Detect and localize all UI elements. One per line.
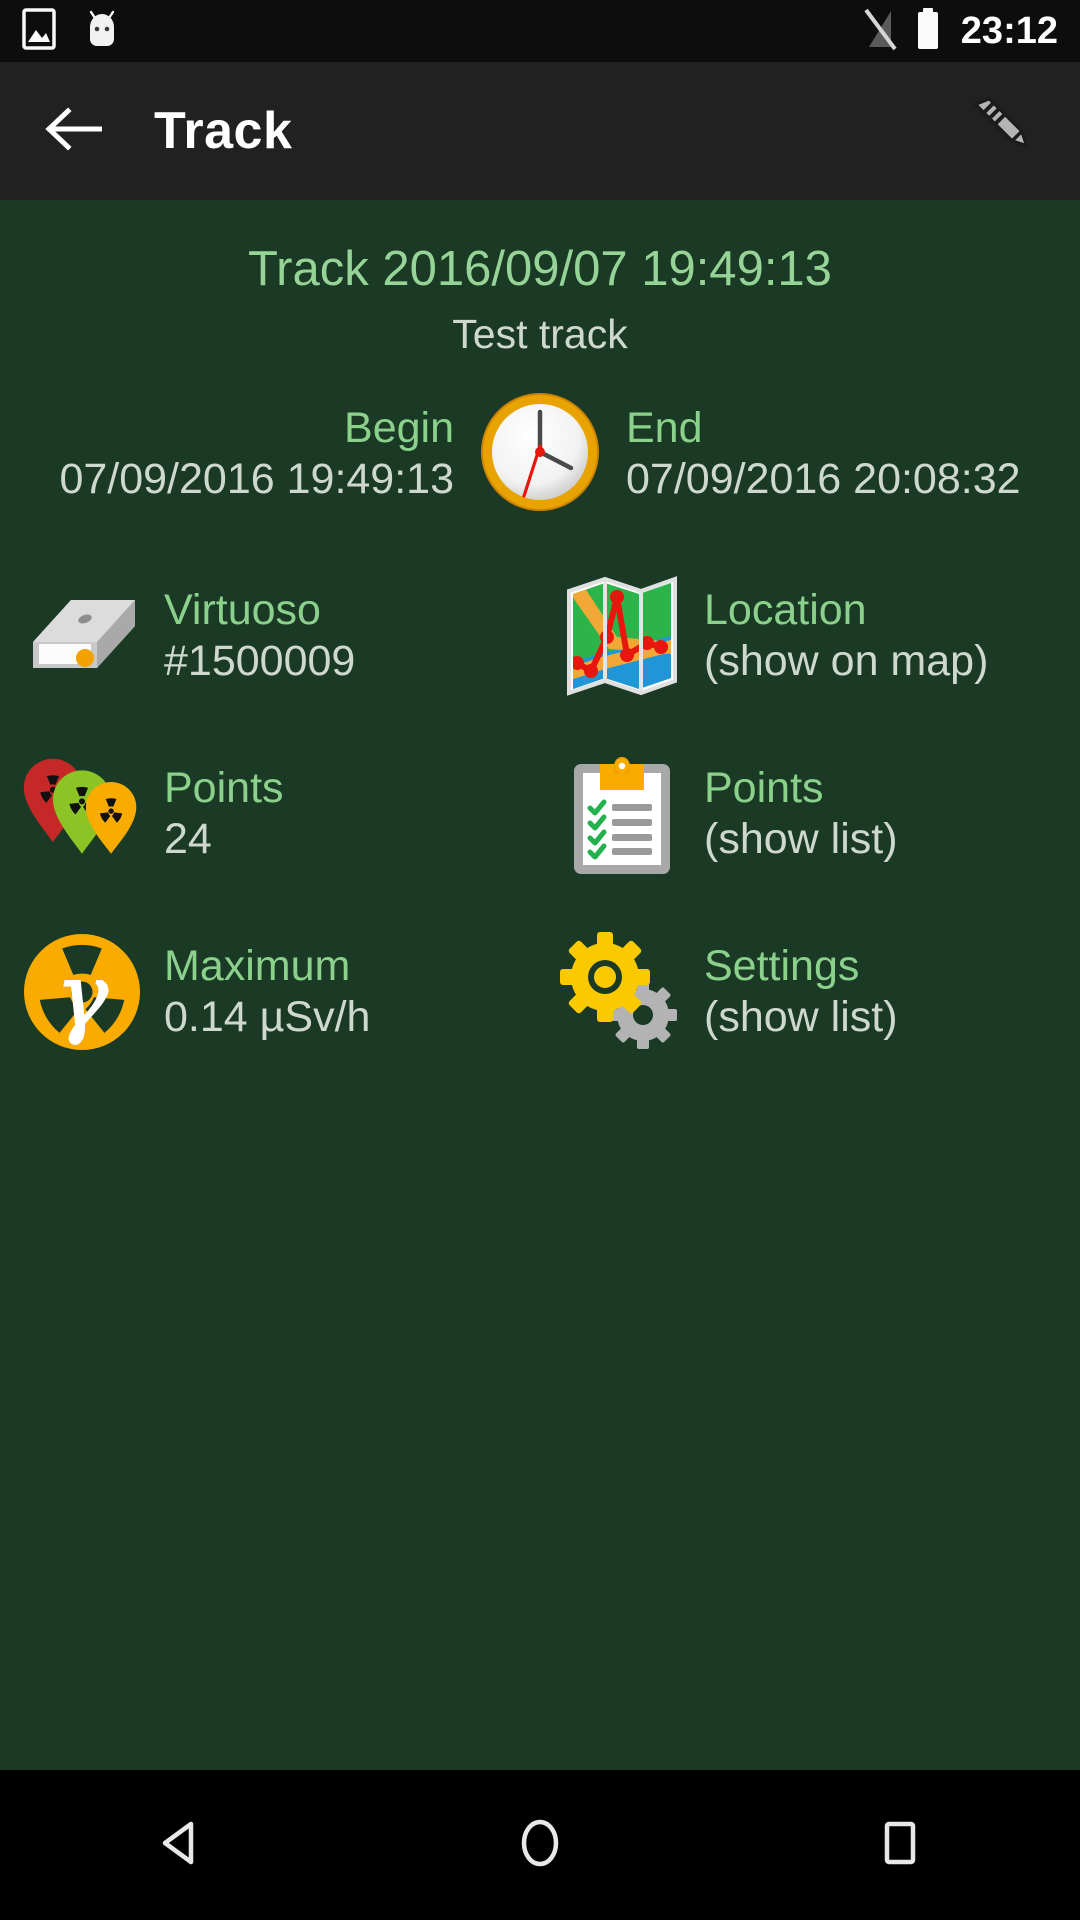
tile-location-text: Location (show on map) [704,585,988,686]
track-begin: Begin 07/09/2016 19:49:13 [30,404,476,505]
track-subtitle: Test track [452,310,628,357]
track-end: End 07/09/2016 20:08:32 [604,404,1050,505]
app-bar: Track [0,62,1080,200]
status-bar: 23:12 [0,0,1080,62]
tile-points-list-label: Points [704,764,824,813]
tile-location-value: (show on map) [704,636,989,685]
image-icon [22,7,56,55]
tile-location-label: Location [704,586,867,635]
status-bar-notifications [22,7,122,56]
android-droid-icon [82,7,122,56]
battery-icon [915,7,941,56]
clipboard-icon [558,750,686,878]
track-details-content: Track 2016/09/07 19:49:13 Test track Beg… [0,200,1080,1770]
tile-device-label: Virtuoso [164,586,321,635]
gears-icon [558,928,686,1056]
tile-points-count-text: Points 24 [164,763,284,864]
end-label: End [626,403,703,452]
nav-back-button[interactable] [120,1785,240,1905]
tile-maximum-text: Maximum 0.14 µSv/h [164,941,370,1042]
tile-points-count-value: 24 [164,814,212,863]
page-title: Track [154,102,293,160]
tile-points-count-label: Points [164,764,284,813]
end-value: 07/09/2016 20:08:32 [626,454,1021,503]
tile-device[interactable]: Virtuoso #1500009 [0,561,540,711]
svg-text:γ: γ [56,947,108,1047]
tile-device-text: Virtuoso #1500009 [164,585,355,686]
edit-button[interactable] [954,85,1046,177]
tile-points-list[interactable]: Points (show list) [540,739,1080,889]
nav-back-icon [151,1814,209,1877]
tile-settings-label: Settings [704,942,860,991]
tile-settings[interactable]: Settings (show list) [540,917,1080,1067]
nav-home-button[interactable] [480,1785,600,1905]
begin-label: Begin [344,403,454,452]
navigation-bar [0,1770,1080,1920]
gamma-icon: γ [18,928,146,1056]
tile-device-value: #1500009 [164,636,356,685]
tile-maximum[interactable]: γ Maximum 0.14 µSv/h [0,917,540,1067]
nav-recents-button[interactable] [840,1785,960,1905]
phone-screen: 23:12 Track Track 2016/09/07 19:49:13 Te… [0,0,1080,1920]
back-arrow-icon [44,106,103,157]
back-button[interactable] [44,102,103,160]
tile-points-list-value: (show list) [704,814,898,863]
tile-maximum-value: 0.14 µSv/h [164,992,371,1041]
clock-icon [478,390,602,519]
device-icon [18,572,146,700]
track-info-grid: Virtuoso #1500009 Location (show on map)… [0,561,1080,1067]
pencil-icon [957,86,1043,177]
track-time-range: Begin 07/09/2016 19:49:13 End 07/09/2016… [0,390,1080,519]
tile-points-list-text: Points (show list) [704,763,898,864]
nav-recents-icon [871,1814,929,1877]
nav-home-icon [511,1814,569,1877]
status-bar-clock: 23:12 [960,10,1058,52]
map-icon [558,572,686,700]
clock-icon-wrap [476,390,604,519]
tile-points-count[interactable]: Points 24 [0,739,540,889]
tile-settings-text: Settings (show list) [704,941,898,1042]
begin-value: 07/09/2016 19:49:13 [59,454,454,503]
tile-location[interactable]: Location (show on map) [540,561,1080,711]
markers-icon [18,750,146,878]
status-bar-system-icons: 23:12 [861,7,1058,56]
tile-settings-value: (show list) [704,992,898,1041]
track-title: Track 2016/09/07 19:49:13 [248,242,832,296]
signal-off-icon [861,7,899,56]
tile-maximum-label: Maximum [164,942,351,991]
